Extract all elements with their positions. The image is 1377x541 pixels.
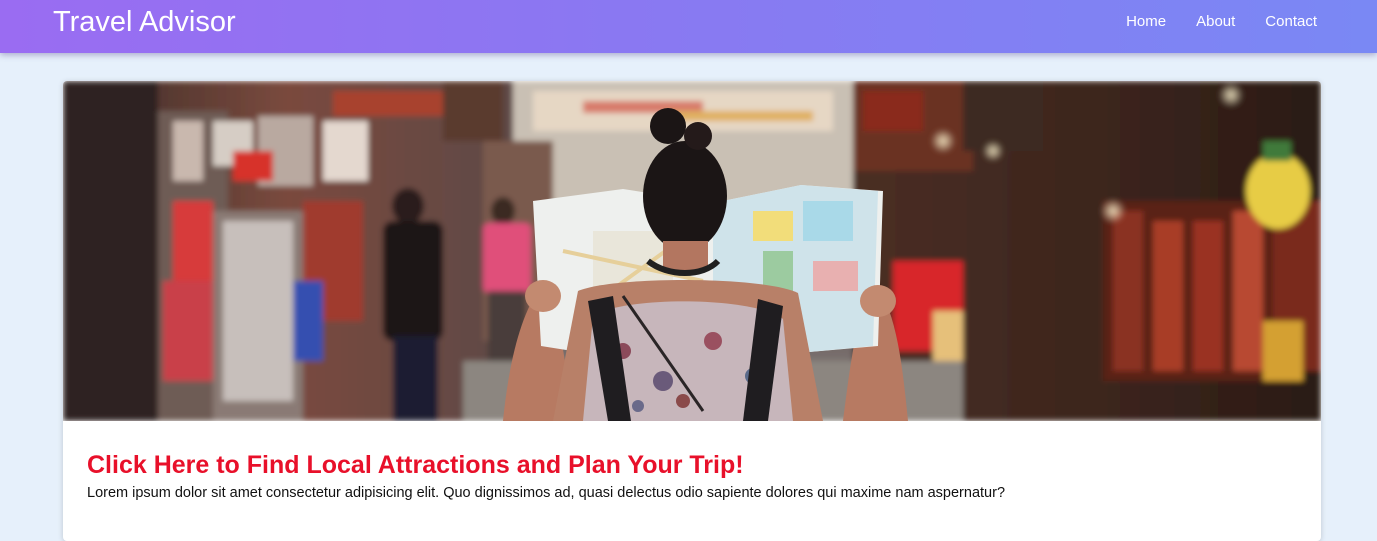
navbar: Travel Advisor Home About Contact — [0, 0, 1377, 53]
brand-logo-link[interactable]: Travel Advisor — [53, 4, 236, 40]
card-description: Lorem ipsum dolor sit amet consectetur a… — [87, 485, 1006, 501]
card-title-link[interactable]: Click Here to Find Local Attractions and… — [87, 449, 1297, 481]
attraction-card[interactable]: Click Here to Find Local Attractions and… — [63, 81, 1321, 541]
nav-link-about[interactable]: About — [1196, 13, 1235, 31]
hero-image-traveler-with-map — [63, 81, 1321, 421]
nav-links: Home About Contact — [1126, 13, 1317, 31]
card-body: Click Here to Find Local Attractions and… — [87, 449, 1297, 502]
nav-link-contact[interactable]: Contact — [1265, 13, 1317, 31]
nav-link-home[interactable]: Home — [1126, 13, 1166, 31]
